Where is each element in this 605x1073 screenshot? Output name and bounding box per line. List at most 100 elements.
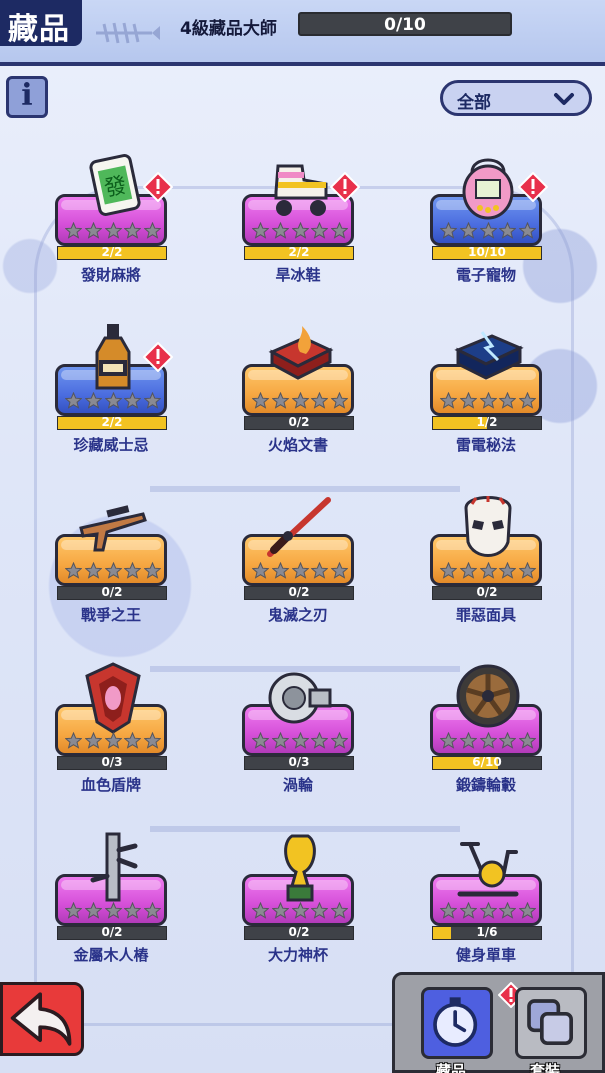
collection-item[interactable]: 1/2 雷電秘法 xyxy=(430,322,544,472)
collection-item[interactable]: 6/10 鍛鑄輪轂 xyxy=(430,662,544,812)
collection-item[interactable]: 0/2 戰爭之王 xyxy=(55,492,169,642)
layers-icon xyxy=(527,999,573,1045)
star-icon xyxy=(271,902,289,919)
collection-item[interactable]: 發 2/2 發財麻將 xyxy=(55,152,173,302)
collection-item[interactable]: 0/3 渦輪 xyxy=(242,662,356,812)
item-progress-bar: 0/2 xyxy=(432,585,542,600)
item-name: 發財麻將 xyxy=(80,266,141,284)
collection-item[interactable]: 0/2 金屬木人樁 xyxy=(55,832,169,982)
star-icon xyxy=(252,392,269,409)
star-icon xyxy=(331,902,348,919)
star-rating xyxy=(65,392,161,410)
star-icon xyxy=(440,732,457,749)
star-icon xyxy=(440,902,457,919)
info-button[interactable]: i xyxy=(6,76,48,118)
collection-item[interactable]: 0/2 大力神杯 xyxy=(242,832,356,982)
item-progress-bar: 0/2 xyxy=(57,925,167,940)
star-icon xyxy=(65,732,82,749)
item-progress-bar: 0/2 xyxy=(57,585,167,600)
collection-item[interactable]: 0/2 鬼滅之刃 xyxy=(242,492,356,642)
star-icon xyxy=(104,392,122,409)
back-button[interactable] xyxy=(0,982,84,1056)
back-arrow-icon xyxy=(10,992,72,1046)
star-icon xyxy=(459,392,477,409)
thunder-book-icon xyxy=(454,331,524,380)
info-icon: i xyxy=(21,78,33,113)
star-rating xyxy=(65,562,161,580)
star-icon xyxy=(499,732,517,749)
item-progress-bar: 0/2 xyxy=(244,925,354,940)
collection-item[interactable]: 2/2 珍藏威士忌 xyxy=(55,322,173,472)
star-icon xyxy=(84,392,102,409)
star-icon xyxy=(479,732,497,749)
item-progress-text: 0/2 xyxy=(288,585,310,599)
item-name: 鍛鑄輪轂 xyxy=(455,776,516,794)
alert-icon xyxy=(518,172,548,202)
header-bar: 藏品 4級藏品大師 0/10 xyxy=(0,0,605,66)
star-icon xyxy=(499,562,517,579)
alert-icon xyxy=(143,342,173,372)
star-icon xyxy=(291,562,309,579)
item-progress-text: 0/3 xyxy=(101,755,123,769)
star-icon xyxy=(144,732,161,749)
star-icon xyxy=(291,222,309,239)
item-progress-text: 0/2 xyxy=(101,585,123,599)
star-icon xyxy=(252,732,269,749)
filter-dropdown[interactable]: 全部 xyxy=(440,80,592,116)
star-icon xyxy=(311,392,329,409)
item-progress-text: 0/3 xyxy=(288,755,310,769)
chevron-down-icon xyxy=(554,93,574,105)
collection-item[interactable]: 1/6 健身單車 xyxy=(430,832,544,982)
star-icon xyxy=(84,562,102,579)
collection-item[interactable]: 2/2 旱冰鞋 xyxy=(242,152,360,302)
star-icon xyxy=(331,392,348,409)
roller-skate-icon xyxy=(274,164,328,216)
star-icon xyxy=(144,222,161,239)
rank-progress-bar: 0/10 xyxy=(298,12,512,36)
star-icon xyxy=(291,902,309,919)
item-progress-text: 2/2 xyxy=(101,245,123,259)
collection-item[interactable]: 0/2 罪惡面具 xyxy=(430,492,544,642)
star-rating xyxy=(65,732,161,750)
rifle-icon xyxy=(79,505,147,552)
rank-progress-text: 0/10 xyxy=(384,15,426,35)
item-progress-bar: 0/3 xyxy=(244,755,354,770)
filter-selected: 全部 xyxy=(457,93,491,113)
trophy-icon xyxy=(284,834,316,902)
star-icon xyxy=(479,222,497,239)
star-icon xyxy=(144,392,161,409)
star-icon xyxy=(104,902,122,919)
star-icon xyxy=(499,902,517,919)
item-progress-text: 1/2 xyxy=(476,415,498,429)
star-icon xyxy=(84,732,102,749)
star-icon xyxy=(479,392,497,409)
tamagotchi-icon xyxy=(462,158,514,220)
star-rating xyxy=(440,902,536,920)
collection-item[interactable]: 10/10 電子寵物 xyxy=(430,152,548,302)
alert-icon xyxy=(143,172,173,202)
star-icon xyxy=(519,732,536,749)
item-name: 血色盾牌 xyxy=(80,776,141,794)
star-rating xyxy=(440,392,536,410)
stopwatch-icon xyxy=(433,997,478,1047)
star-icon xyxy=(519,902,536,919)
star-icon xyxy=(440,392,457,409)
star-icon xyxy=(499,392,517,409)
star-icon xyxy=(124,732,142,749)
star-icon xyxy=(291,732,309,749)
hockey-mask-icon xyxy=(464,496,512,557)
item-name: 鬼滅之刃 xyxy=(267,606,328,624)
star-icon xyxy=(459,902,477,919)
item-progress-text: 1/6 xyxy=(476,925,498,939)
tab-outfit[interactable]: 套裝 xyxy=(515,987,587,1073)
item-progress-text: 6/10 xyxy=(472,755,502,769)
collection-item[interactable]: 0/2 火焰文書 xyxy=(242,322,356,472)
star-icon xyxy=(271,562,289,579)
star-rating xyxy=(252,392,348,410)
item-name: 旱冰鞋 xyxy=(275,266,321,284)
item-progress-text: 10/10 xyxy=(468,245,506,259)
wooden-dummy-icon xyxy=(90,832,138,902)
tab-collection[interactable]: 藏品 xyxy=(421,982,524,1073)
item-name: 健身單車 xyxy=(455,946,516,964)
collection-item[interactable]: 0/3 血色盾牌 xyxy=(55,662,169,812)
